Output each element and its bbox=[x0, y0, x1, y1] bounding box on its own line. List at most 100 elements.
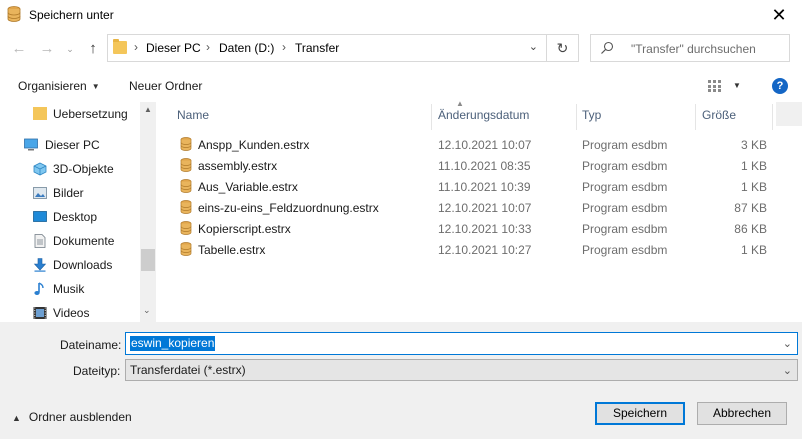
database-icon bbox=[7, 6, 21, 22]
chevron-down-icon[interactable]: ⌄ bbox=[529, 40, 538, 53]
table-row[interactable]: Aus_Variable.estrx 11.10.2021 10:39 Prog… bbox=[160, 176, 800, 197]
refresh-button[interactable]: ↻ bbox=[546, 35, 578, 61]
up-arrow-icon[interactable]: ↑ bbox=[85, 41, 101, 57]
search-input[interactable]: "Transfer" durchsuchen bbox=[590, 34, 790, 62]
file-date: 12.10.2021 10:07 bbox=[438, 201, 532, 215]
sidebar-item-3d-objekte[interactable]: 3D-Objekte bbox=[0, 158, 140, 180]
sidebar-item-downloads[interactable]: Downloads bbox=[0, 254, 140, 276]
file-list: ▲ Name Änderungsdatum Typ Größe Anspp_Ku… bbox=[160, 99, 800, 322]
navigation-pane: Uebersetzung Dieser PC 3D-Objekte Bilder… bbox=[0, 102, 156, 322]
close-button[interactable]: ✕ bbox=[756, 0, 802, 30]
sidebar-item-videos[interactable]: Videos bbox=[0, 302, 140, 322]
sidebar-item-bilder[interactable]: Bilder bbox=[0, 182, 140, 204]
file-date: 12.10.2021 10:07 bbox=[438, 138, 532, 152]
breadcrumb-item[interactable]: Dieser PC bbox=[146, 41, 201, 55]
scrollbar-thumb[interactable] bbox=[141, 249, 155, 271]
download-icon bbox=[33, 258, 47, 272]
folder-icon bbox=[33, 107, 47, 120]
column-divider[interactable] bbox=[772, 104, 773, 130]
column-header-type[interactable]: Typ bbox=[582, 108, 601, 122]
chevron-down-icon[interactable]: ⌄ bbox=[783, 364, 792, 377]
breadcrumb-item[interactable]: Transfer bbox=[295, 41, 339, 55]
column-divider[interactable] bbox=[576, 104, 577, 130]
file-name: assembly.estrx bbox=[198, 159, 278, 173]
sidebar-item-label: Musik bbox=[53, 282, 85, 296]
file-size: 1 KB bbox=[740, 243, 767, 257]
hide-folders-button[interactable]: ▲ Ordner ausblenden bbox=[12, 410, 132, 424]
sidebar-item-label: Dokumente bbox=[53, 234, 115, 248]
file-type: Program esdbm bbox=[582, 222, 668, 236]
sidebar-item-label: Dieser PC bbox=[45, 138, 100, 152]
table-row[interactable]: Tabelle.estrx 12.10.2021 10:27 Program e… bbox=[160, 239, 800, 260]
database-icon bbox=[180, 200, 192, 214]
navigation-scrollbar[interactable]: ▲ ⌄ bbox=[140, 102, 156, 322]
computer-icon bbox=[24, 138, 38, 151]
table-row[interactable]: assembly.estrx 11.10.2021 08:35 Program … bbox=[160, 155, 800, 176]
database-icon bbox=[180, 179, 192, 193]
search-icon bbox=[601, 41, 614, 54]
column-divider[interactable] bbox=[431, 104, 432, 130]
file-date: 11.10.2021 08:35 bbox=[438, 159, 531, 173]
breadcrumb-item[interactable]: Daten (D:) bbox=[219, 41, 274, 55]
table-row[interactable]: Kopierscript.estrx 12.10.2021 10:33 Prog… bbox=[160, 218, 800, 239]
filename-field[interactable]: eswin_kopieren ⌄ bbox=[125, 332, 798, 355]
new-folder-button[interactable]: Neuer Ordner bbox=[129, 79, 202, 93]
forward-arrow-icon[interactable]: → bbox=[39, 41, 55, 57]
document-icon bbox=[34, 234, 46, 248]
file-type: Program esdbm bbox=[582, 159, 668, 173]
navigation-bar: ← → ⌄ ↑ › Dieser PC › Daten (D:) › Trans… bbox=[0, 30, 802, 68]
table-row[interactable]: Anspp_Kunden.estrx 12.10.2021 10:07 Prog… bbox=[160, 134, 800, 155]
scroll-down-icon[interactable]: ⌄ bbox=[143, 305, 151, 316]
scrollbar-track[interactable] bbox=[776, 102, 802, 126]
filename-value[interactable]: eswin_kopieren bbox=[130, 336, 216, 351]
organize-button[interactable]: Organisieren ▼ bbox=[18, 79, 100, 93]
breadcrumb-separator-icon[interactable]: › bbox=[282, 40, 286, 54]
sidebar-item-dokumente[interactable]: Dokumente bbox=[0, 230, 140, 252]
file-size: 3 KB bbox=[740, 138, 767, 152]
file-name: Anspp_Kunden.estrx bbox=[198, 138, 310, 152]
column-divider[interactable] bbox=[695, 104, 696, 130]
sidebar-item-uebersetzung[interactable]: Uebersetzung bbox=[0, 103, 140, 125]
sidebar-item-musik[interactable]: Musik bbox=[0, 278, 140, 300]
breadcrumb-separator-icon[interactable]: › bbox=[134, 40, 138, 54]
back-arrow-icon[interactable]: ← bbox=[11, 41, 27, 57]
music-icon bbox=[34, 282, 44, 295]
sidebar-item-label: Videos bbox=[53, 306, 90, 320]
chevron-down-icon[interactable]: ⌄ bbox=[783, 337, 792, 350]
cancel-button[interactable]: Abbrechen bbox=[697, 402, 787, 425]
database-icon bbox=[180, 221, 192, 235]
command-bar: Organisieren ▼ Neuer Ordner ▼ ? bbox=[0, 70, 802, 102]
hide-folders-label: Ordner ausblenden bbox=[28, 410, 132, 424]
scroll-up-icon[interactable]: ▲ bbox=[144, 105, 152, 114]
file-type: Program esdbm bbox=[582, 243, 668, 257]
filetype-label: Dateityp: bbox=[73, 364, 121, 378]
view-options-icon[interactable] bbox=[708, 80, 726, 92]
column-header-name[interactable]: Name bbox=[177, 108, 209, 122]
breadcrumb-separator-icon[interactable]: › bbox=[206, 40, 210, 54]
organize-label: Organisieren bbox=[18, 79, 87, 93]
file-name: Aus_Variable.estrx bbox=[198, 180, 298, 194]
database-icon bbox=[180, 242, 192, 256]
sidebar-item-label: 3D-Objekte bbox=[53, 162, 114, 176]
file-size: 87 KB bbox=[734, 201, 767, 215]
table-row[interactable]: eins-zu-eins_Feldzuordnung.estrx 12.10.2… bbox=[160, 197, 800, 218]
address-bar[interactable]: › Dieser PC › Daten (D:) › Transfer ⌄ ↻ bbox=[107, 34, 579, 62]
save-button[interactable]: Speichern bbox=[595, 402, 685, 425]
desktop-icon bbox=[33, 211, 47, 222]
caret-down-icon[interactable]: ▼ bbox=[733, 81, 741, 90]
filetype-select[interactable]: Transferdatei (*.estrx) ⌄ bbox=[125, 359, 798, 381]
column-header-date[interactable]: Änderungsdatum bbox=[438, 108, 529, 122]
title-bar: Speichern unter ✕ bbox=[0, 0, 802, 30]
file-list-scrollbar[interactable] bbox=[776, 102, 802, 322]
sidebar-item-label: Bilder bbox=[53, 186, 84, 200]
search-placeholder: "Transfer" durchsuchen bbox=[631, 42, 756, 56]
column-header-size[interactable]: Größe bbox=[702, 108, 736, 122]
sidebar-item-desktop[interactable]: Desktop bbox=[0, 206, 140, 228]
sidebar-item-label: Downloads bbox=[53, 258, 113, 272]
file-type: Program esdbm bbox=[582, 180, 668, 194]
help-icon[interactable]: ? bbox=[772, 78, 788, 94]
sidebar-item-dieser-pc[interactable]: Dieser PC bbox=[0, 134, 140, 156]
file-name: Kopierscript.estrx bbox=[198, 222, 291, 236]
recent-chevron-icon[interactable]: ⌄ bbox=[62, 41, 78, 57]
database-icon bbox=[180, 158, 192, 172]
